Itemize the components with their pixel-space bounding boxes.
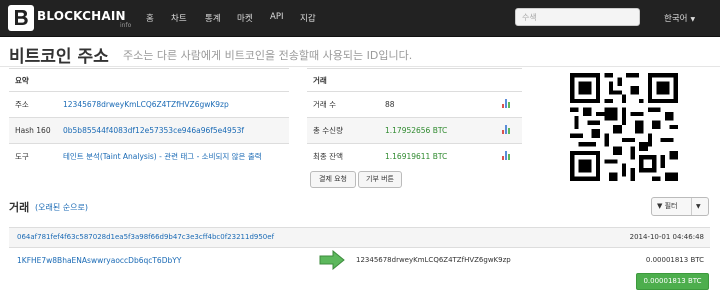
tx-count-label: 거래 수 bbox=[307, 91, 379, 118]
final-balance-label: 최종 잔액 bbox=[307, 143, 379, 169]
filter-dropdown[interactable]: ▼ 필터 ▼ bbox=[651, 197, 709, 216]
top-navbar: BLOCKCHAIN info 홈 차트 통계 마켓 API 지갑 한국어▼ bbox=[0, 0, 720, 37]
caret-down-icon[interactable]: ▼ bbox=[696, 198, 701, 215]
table-row: 최종 잔액 1.16919611 BTC bbox=[307, 143, 522, 169]
divider bbox=[0, 66, 720, 67]
payment-request-button[interactable]: 결제 요청 bbox=[310, 171, 356, 188]
divider bbox=[691, 198, 692, 215]
to-address: 12345678drweyKmLCQ6Z4TZfHVZ6gwK9zp bbox=[356, 256, 511, 264]
bar-chart-icon[interactable] bbox=[502, 99, 511, 108]
hash160-link[interactable]: 0b5b85544f4083df12e57353ce946a96f5e4953f bbox=[63, 126, 244, 135]
nav-markets[interactable]: 마켓 bbox=[237, 12, 253, 24]
summary-table: 요약 주소 12345678drweyKmLCQ6Z4TZfHVZ6gwK9zp… bbox=[9, 68, 289, 169]
nav-home[interactable]: 홈 bbox=[146, 12, 154, 24]
total-received-label: 총 수신량 bbox=[307, 117, 379, 144]
transaction-header-row: 064af781fef4f63c587028d1ea5f3a98f66d9b47… bbox=[9, 227, 710, 248]
transaction-time: 2014-10-01 04:46:48 bbox=[629, 233, 704, 241]
table-row: 총 수신량 1.17952656 BTC bbox=[307, 117, 522, 144]
qr-code-image bbox=[570, 73, 678, 181]
transaction-hash-link[interactable]: 064af781fef4f63c587028d1ea5f3a98f66d9b47… bbox=[17, 233, 274, 241]
brand-name[interactable]: BLOCKCHAIN bbox=[37, 9, 126, 23]
bar-chart-icon[interactable] bbox=[502, 125, 511, 134]
table-row: Hash 160 0b5b85544f4083df12e57353ce946a9… bbox=[9, 117, 289, 144]
total-received-value: 1.17952656 BTC bbox=[379, 117, 496, 144]
filter-icon: ▼ bbox=[657, 202, 665, 210]
filter-label: ▼ 필터 bbox=[657, 198, 678, 215]
nav-api[interactable]: API bbox=[270, 12, 283, 22]
final-balance-value: 1.16919611 BTC bbox=[379, 143, 496, 169]
table-row: 거래 수 88 bbox=[307, 91, 522, 118]
arrow-right-icon bbox=[319, 250, 345, 270]
table-row: 도구 테인트 분석(Taint Analysis) - 관련 태그 - 소비되지… bbox=[9, 143, 289, 169]
bar-chart-icon[interactable] bbox=[502, 151, 511, 160]
caret-down-icon: ▼ bbox=[690, 16, 696, 23]
language-dropdown[interactable]: 한국어 ▼ bbox=[664, 12, 695, 24]
tx-count-value: 88 bbox=[379, 91, 496, 118]
nav-charts[interactable]: 차트 bbox=[171, 12, 187, 24]
search-input[interactable] bbox=[515, 8, 640, 26]
brand-subtitle: info bbox=[120, 22, 132, 29]
page-title: 비트코인 주소 bbox=[9, 47, 109, 67]
sort-order-link[interactable]: (오래된 순으로) bbox=[35, 202, 88, 213]
transactions-summary-table: 거래 거래 수 88 총 수신량 1.17952656 BTC 최종 잔액 1.… bbox=[307, 68, 522, 169]
page-subtitle: 주소는 다른 사람에게 비트코인을 전송할때 사용되는 ID입니다. bbox=[123, 49, 413, 62]
address-label: 주소 bbox=[9, 91, 57, 118]
filter-text: 필터 bbox=[664, 202, 678, 210]
table-row: 주소 12345678drweyKmLCQ6Z4TZfHVZ6gwK9zp bbox=[9, 91, 289, 118]
hash160-label: Hash 160 bbox=[9, 117, 57, 144]
transaction-amount: 0.00001813 BTC bbox=[645, 256, 704, 264]
language-label: 한국어 bbox=[664, 14, 688, 24]
transactions-section-title: 거래 bbox=[9, 201, 30, 214]
address-link[interactable]: 12345678drweyKmLCQ6Z4TZfHVZ6gwK9zp bbox=[63, 100, 229, 109]
nav-wallet[interactable]: 지갑 bbox=[300, 12, 316, 24]
total-amount-button[interactable]: 0.00001813 BTC bbox=[636, 273, 709, 290]
blockchain-logo-icon[interactable] bbox=[8, 5, 34, 31]
summary-header: 요약 bbox=[9, 68, 289, 92]
from-address-link[interactable]: 1KFHE7w8BhaENAswwryaoccDb6qcT6DbYY bbox=[17, 256, 181, 265]
transactions-header: 거래 bbox=[307, 68, 522, 92]
tools-label: 도구 bbox=[9, 143, 57, 169]
tools-links[interactable]: 테인트 분석(Taint Analysis) - 관련 태그 - 소비되지 않은… bbox=[63, 152, 262, 161]
nav-stats[interactable]: 통계 bbox=[205, 12, 221, 24]
donation-button[interactable]: 기부 버튼 bbox=[358, 171, 402, 188]
